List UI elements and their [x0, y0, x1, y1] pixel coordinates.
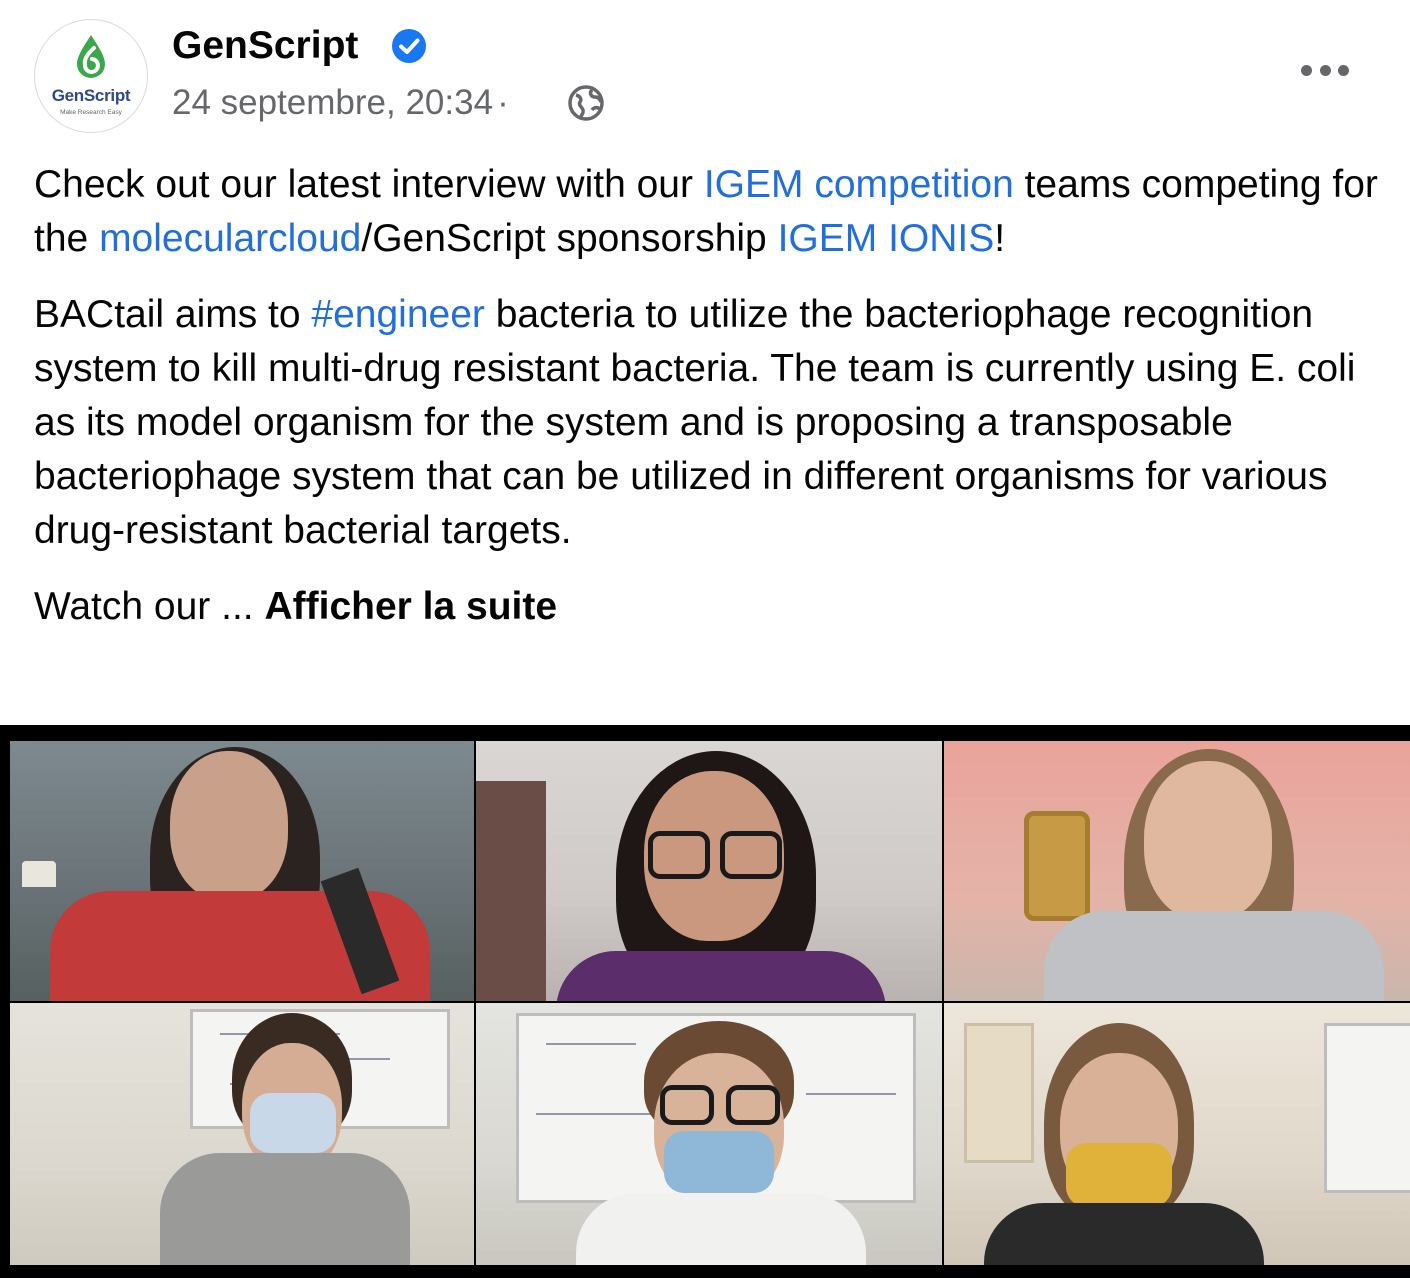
- video-tile-participant-5: [476, 1003, 942, 1265]
- meta-separator: ·: [497, 83, 509, 122]
- post-paragraph-2: BACtail aims to #engineer bacteria to ut…: [34, 288, 1394, 558]
- face-mask: [1066, 1143, 1172, 1207]
- video-tile-participant-2: [476, 741, 942, 1001]
- glasses: [726, 1085, 780, 1125]
- participant-torso: [576, 1193, 866, 1265]
- text-run: /GenScript sponsorship: [361, 217, 778, 260]
- text-run: !: [994, 217, 1006, 260]
- globe-icon[interactable]: [567, 84, 605, 122]
- avatar-logo-text: GenScript: [51, 86, 131, 105]
- video-tile-participant-4: [10, 1003, 474, 1265]
- glasses: [648, 831, 710, 879]
- video-call-grid: [10, 741, 1410, 1265]
- avatar-tagline: Make Research Easy: [60, 109, 122, 116]
- window: [964, 1023, 1034, 1163]
- participant-torso: [556, 951, 886, 1001]
- verified-badge-icon: [392, 29, 426, 63]
- door: [476, 781, 546, 1001]
- page-name-link[interactable]: GenScript: [172, 22, 358, 70]
- post-meta: 24 septembre, 20:34 ·: [172, 80, 513, 126]
- face-mask: [250, 1093, 336, 1153]
- more-dot: [1338, 64, 1349, 76]
- more-dot: [1301, 64, 1312, 76]
- molecularcloud-link[interactable]: molecularcloud: [99, 217, 361, 260]
- text-run: BACtail aims to: [34, 293, 312, 336]
- igem-competition-link[interactable]: IGEM competition: [704, 163, 1014, 206]
- video-tile-participant-1: [10, 741, 474, 1001]
- participant-torso: [160, 1153, 410, 1265]
- participant-face: [1144, 761, 1272, 921]
- glasses: [720, 831, 782, 879]
- post-paragraph-3: Watch our ... Afficher la suite: [34, 580, 1394, 634]
- more-options-button[interactable]: [1294, 52, 1356, 88]
- participant-torso: [1044, 911, 1384, 1001]
- participant-face: [170, 751, 288, 901]
- see-more-link[interactable]: Afficher la suite: [264, 585, 557, 628]
- more-dot: [1319, 64, 1331, 76]
- igem-ionis-link[interactable]: IGEM IONIS: [778, 217, 995, 260]
- post-message: Check out our latest interview with our …: [34, 158, 1394, 656]
- glasses: [660, 1085, 714, 1125]
- genscript-logo-icon: [77, 35, 105, 78]
- lamp: [22, 861, 56, 887]
- mirror: [1024, 811, 1090, 921]
- video-tile-participant-6: [944, 1003, 1410, 1265]
- post-video[interactable]: [0, 725, 1410, 1278]
- post-paragraph-1: Check out our latest interview with our …: [34, 158, 1394, 266]
- whiteboard: [1324, 1023, 1410, 1193]
- post-timestamp-link[interactable]: 24 septembre, 20:34: [172, 83, 493, 122]
- engineer-hashtag-link[interactable]: #engineer: [311, 293, 484, 336]
- whiteboard-writing: [806, 1093, 896, 1095]
- text-run: Check out our latest interview with our: [34, 163, 704, 206]
- text-run: Watch our ...: [34, 585, 265, 628]
- face-mask: [664, 1131, 774, 1193]
- video-tile-participant-3: [944, 741, 1410, 1001]
- participant-torso: [984, 1203, 1264, 1265]
- post-header: GenScript Make Research Easy GenScript 2…: [0, 0, 1410, 140]
- page-avatar[interactable]: GenScript Make Research Easy: [34, 19, 148, 133]
- whiteboard-writing: [546, 1043, 636, 1045]
